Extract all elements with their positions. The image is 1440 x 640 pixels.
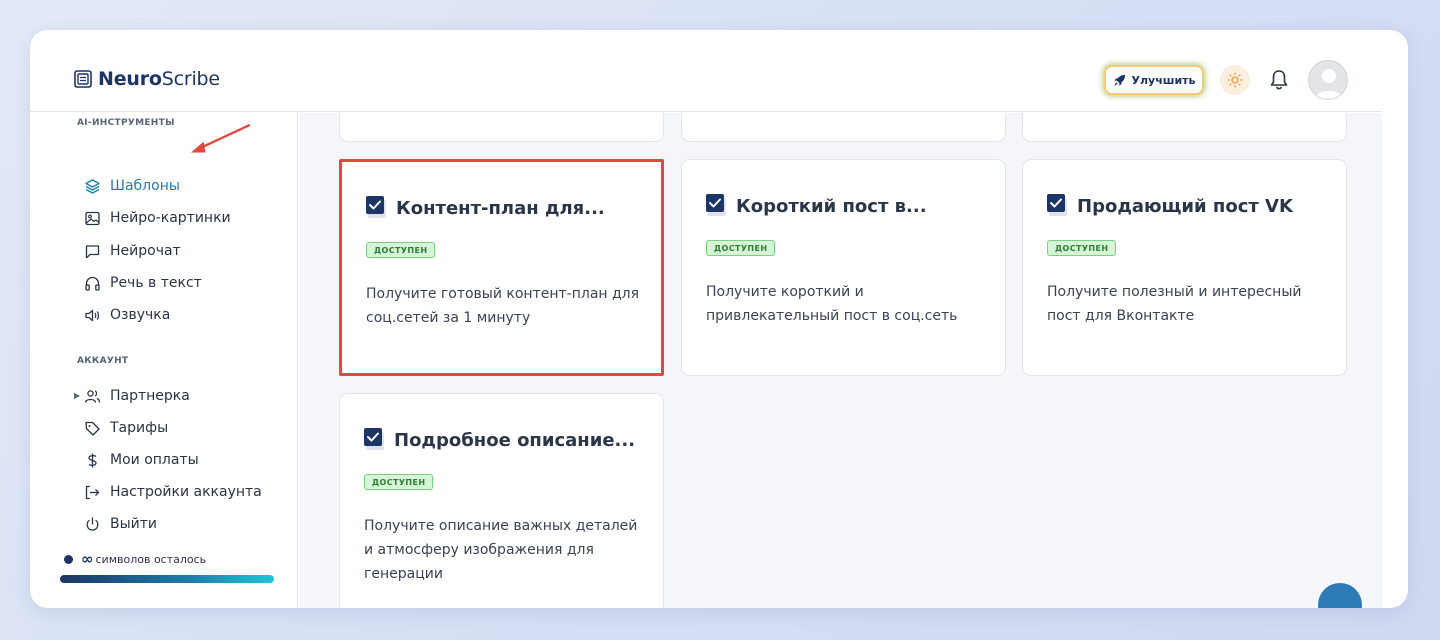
sidebar-item-account-settings[interactable]: Настройки аккаунта bbox=[84, 480, 262, 504]
card-description: Получите готовый контент-план для соц.се… bbox=[366, 286, 640, 326]
headphones-icon bbox=[85, 276, 100, 291]
caret-right-icon[interactable]: ▶ bbox=[74, 391, 80, 400]
checkbox-icon bbox=[1047, 194, 1067, 216]
sun-icon bbox=[1227, 72, 1243, 88]
sidebar-item-voiceover[interactable]: Озвучка bbox=[84, 303, 170, 327]
dollar-icon bbox=[88, 453, 97, 467]
sidebar-item-speech-to-text[interactable]: Речь в текст bbox=[84, 271, 202, 295]
symbols-label: символов осталось bbox=[95, 552, 207, 566]
card-title: Короткий пост в... bbox=[736, 195, 927, 217]
sidebar-item-label: Нейрочат bbox=[110, 243, 181, 259]
card-description: Получите полезный и интересный пост для … bbox=[1047, 284, 1302, 324]
template-card-partial[interactable] bbox=[339, 113, 664, 142]
users-icon bbox=[84, 389, 101, 403]
sidebar-item-tariffs[interactable]: Тарифы bbox=[84, 416, 168, 440]
checkbox-icon bbox=[366, 196, 386, 218]
upgrade-button[interactable]: Улучшить bbox=[1104, 65, 1204, 95]
status-dot bbox=[64, 554, 73, 564]
card-header: Подробное описание... bbox=[364, 428, 635, 452]
logo-icon bbox=[74, 70, 92, 88]
sidebar-item-label: Тарифы bbox=[110, 420, 169, 436]
card-description: Получите короткий и привлекательный пост… bbox=[706, 284, 958, 324]
status-badge: ДОСТУПЕН bbox=[706, 240, 776, 256]
sidebar-item-label: Партнерка bbox=[110, 388, 190, 404]
sidebar-item-label: Мои оплаты bbox=[110, 452, 199, 468]
sidebar-item-partner[interactable]: Партнерка bbox=[84, 384, 190, 408]
template-card-content-plan[interactable]: Контент-план для... ДОСТУПЕН Получите го… bbox=[339, 159, 664, 376]
sidebar-item-label: Озвучка bbox=[110, 307, 171, 323]
image-icon bbox=[85, 211, 100, 225]
checkbox-icon bbox=[364, 428, 384, 450]
card-title: Продающий пост VK bbox=[1077, 195, 1293, 217]
sidebar-item-label: Настройки аккаунта bbox=[110, 484, 262, 500]
section-label-account: АККАУНТ bbox=[77, 356, 129, 366]
sidebar-item-neurochat[interactable]: Нейрочат bbox=[84, 239, 181, 263]
templates-grid: Контент-план для... ДОСТУПЕН Получите го… bbox=[299, 113, 1382, 608]
sidebar-item-label: Выйти bbox=[110, 516, 158, 532]
sidebar-item-logout[interactable]: Выйти bbox=[84, 512, 157, 536]
template-card-partial[interactable] bbox=[1022, 113, 1347, 142]
sidebar: AI-ИНСТРУМЕНТЫ Шаблоны Нейро-картинки Не… bbox=[30, 112, 298, 608]
checkbox-icon bbox=[706, 194, 726, 216]
status-badge: ДОСТУПЕН bbox=[1047, 240, 1117, 256]
app-window: NeuroScribe Улучшить AI-ИНСТРУМЕНТЫ Шабл… bbox=[30, 30, 1408, 608]
card-header: Продающий пост VK bbox=[1047, 194, 1293, 218]
sidebar-item-label: Нейро-картинки bbox=[110, 210, 231, 226]
logo-text: NeuroScribe bbox=[98, 68, 220, 90]
symbols-progress-bar bbox=[60, 575, 274, 583]
avatar[interactable] bbox=[1308, 60, 1348, 100]
card-header: Контент-план для... bbox=[366, 196, 605, 220]
symbols-remaining: ∞ символов осталось bbox=[64, 550, 206, 568]
card-description: Получите описание важных деталей и атмос… bbox=[364, 518, 638, 582]
top-header: NeuroScribe Улучшить bbox=[30, 30, 1382, 112]
template-card-short-post[interactable]: Короткий пост в... ДОСТУПЕН Получите кор… bbox=[681, 159, 1006, 376]
upgrade-label: Улучшить bbox=[1131, 73, 1196, 87]
chat-icon bbox=[85, 244, 100, 258]
status-badge: ДОСТУПЕН bbox=[366, 242, 436, 258]
section-label-ai: AI-ИНСТРУМЕНТЫ bbox=[77, 118, 175, 128]
tag-icon bbox=[85, 421, 100, 436]
logo[interactable]: NeuroScribe bbox=[74, 68, 220, 90]
sidebar-item-templates[interactable]: Шаблоны bbox=[84, 174, 180, 198]
annotation-arrow-icon bbox=[190, 124, 251, 153]
template-card-partial[interactable] bbox=[681, 113, 1006, 142]
user-avatar-icon bbox=[1315, 69, 1343, 99]
status-badge: ДОСТУПЕН bbox=[364, 474, 434, 490]
theme-toggle[interactable] bbox=[1220, 65, 1250, 95]
sidebar-item-payments[interactable]: Мои оплаты bbox=[84, 448, 199, 472]
bell-icon[interactable] bbox=[1268, 68, 1290, 92]
speaker-icon bbox=[85, 309, 100, 321]
layers-icon bbox=[85, 178, 100, 194]
card-title: Подробное описание... bbox=[394, 429, 636, 451]
card-header: Короткий пост в... bbox=[706, 194, 927, 218]
template-card-sales-post-vk[interactable]: Продающий пост VK ДОСТУПЕН Получите поле… bbox=[1022, 159, 1347, 376]
rocket-icon bbox=[1113, 74, 1125, 86]
card-title: Контент-план для... bbox=[396, 197, 605, 219]
sidebar-item-label: Речь в текст bbox=[110, 275, 202, 291]
login-icon bbox=[85, 485, 100, 499]
sidebar-item-label: Шаблоны bbox=[110, 178, 180, 194]
power-icon bbox=[86, 516, 99, 531]
sidebar-item-neuro-images[interactable]: Нейро-картинки bbox=[84, 206, 231, 230]
template-card-detailed-description[interactable]: Подробное описание... ДОСТУПЕН Получите … bbox=[339, 393, 664, 608]
symbols-count: ∞ bbox=[81, 550, 94, 568]
